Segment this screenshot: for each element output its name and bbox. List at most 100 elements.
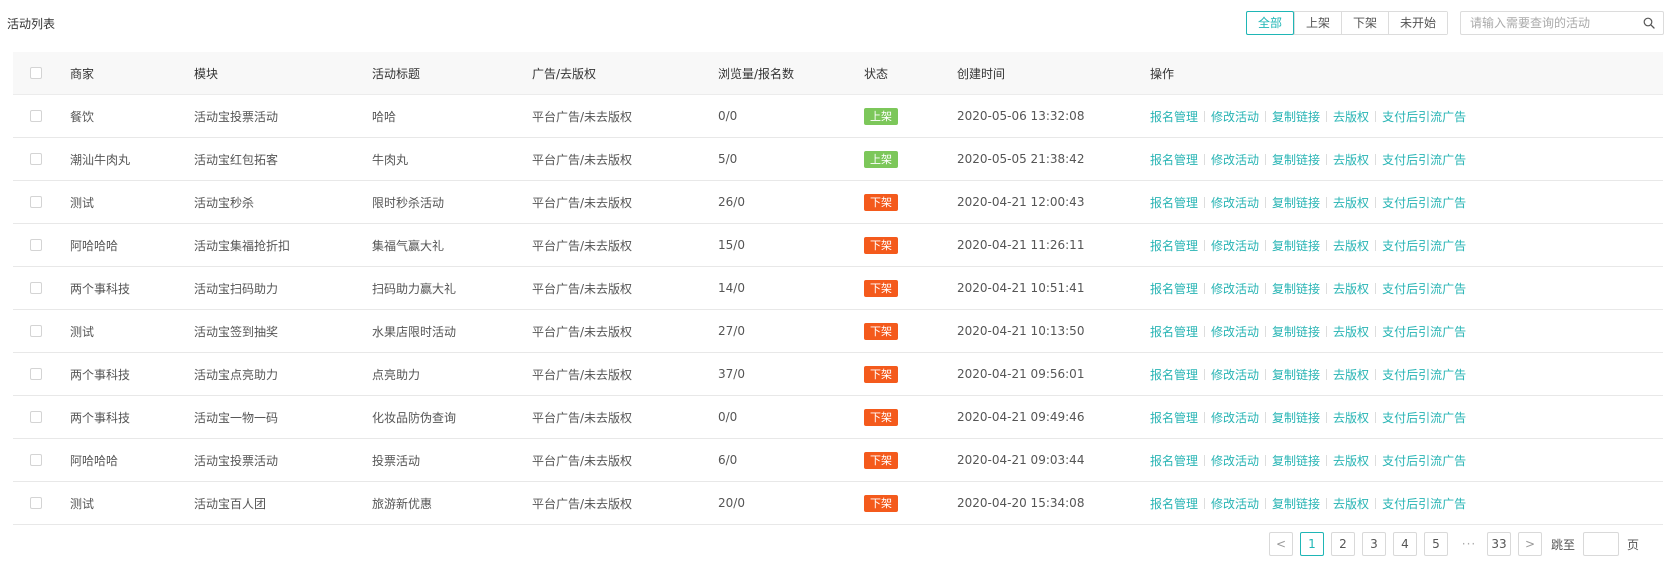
action-divider: [1375, 153, 1377, 165]
edit-activity-link[interactable]: 修改活动: [1211, 409, 1259, 426]
signup-manage-link[interactable]: 报名管理: [1150, 108, 1198, 125]
cell-created: 2020-04-21 10:51:41: [957, 281, 1085, 295]
post-payment-ad-link[interactable]: 支付后引流广告: [1382, 323, 1466, 340]
cell-ad: 平台广告/未去版权: [532, 238, 633, 253]
post-payment-ad-link[interactable]: 支付后引流广告: [1382, 452, 1466, 469]
post-payment-ad-link[interactable]: 支付后引流广告: [1382, 151, 1466, 168]
column-header-title: 活动标题: [372, 66, 421, 81]
activity-table: 商家 模块 活动标题 广告/去版权 浏览量/报名数 状态 创建时间 操作 餐饮活…: [13, 52, 1663, 525]
remove-copyright-link[interactable]: 去版权: [1333, 409, 1369, 426]
edit-activity-link[interactable]: 修改活动: [1211, 151, 1259, 168]
signup-manage-link[interactable]: 报名管理: [1150, 323, 1198, 340]
cell-created: 2020-04-21 09:49:46: [957, 410, 1085, 424]
cell-merchant: 潮汕牛肉丸: [70, 152, 131, 167]
search-input[interactable]: [1461, 12, 1637, 34]
post-payment-ad-link[interactable]: 支付后引流广告: [1382, 237, 1466, 254]
copy-link-link[interactable]: 复制链接: [1272, 495, 1320, 512]
copy-link-link[interactable]: 复制链接: [1272, 194, 1320, 211]
search-icon[interactable]: [1643, 17, 1655, 29]
post-payment-ad-link[interactable]: 支付后引流广告: [1382, 409, 1466, 426]
row-actions: 报名管理 修改活动 复制链接 去版权 支付后引流广告: [1150, 267, 1466, 309]
remove-copyright-link[interactable]: 去版权: [1333, 194, 1369, 211]
signup-manage-link[interactable]: 报名管理: [1150, 280, 1198, 297]
remove-copyright-link[interactable]: 去版权: [1333, 366, 1369, 383]
copy-link-link[interactable]: 复制链接: [1272, 409, 1320, 426]
edit-activity-link[interactable]: 修改活动: [1211, 452, 1259, 469]
filter-online-button[interactable]: 上架: [1294, 12, 1342, 34]
copy-link-link[interactable]: 复制链接: [1272, 237, 1320, 254]
page-button-2[interactable]: 2: [1331, 532, 1355, 556]
remove-copyright-link[interactable]: 去版权: [1333, 108, 1369, 125]
edit-activity-link[interactable]: 修改活动: [1211, 323, 1259, 340]
signup-manage-link[interactable]: 报名管理: [1150, 409, 1198, 426]
copy-link-link[interactable]: 复制链接: [1272, 108, 1320, 125]
row-checkbox[interactable]: [30, 497, 42, 509]
cell-title: 投票活动: [372, 453, 421, 468]
cell-module: 活动宝扫码助力: [194, 281, 279, 296]
signup-manage-link[interactable]: 报名管理: [1150, 495, 1198, 512]
prev-page-button[interactable]: <: [1269, 532, 1293, 556]
copy-link-link[interactable]: 复制链接: [1272, 452, 1320, 469]
copy-link-link[interactable]: 复制链接: [1272, 151, 1320, 168]
jump-page-input[interactable]: [1583, 532, 1620, 556]
row-checkbox[interactable]: [30, 239, 42, 251]
action-divider: [1326, 196, 1328, 208]
remove-copyright-link[interactable]: 去版权: [1333, 151, 1369, 168]
remove-copyright-link[interactable]: 去版权: [1333, 323, 1369, 340]
page-button-last[interactable]: 33: [1487, 532, 1511, 556]
action-divider: [1265, 325, 1267, 337]
post-payment-ad-link[interactable]: 支付后引流广告: [1382, 495, 1466, 512]
action-divider: [1265, 110, 1267, 122]
edit-activity-link[interactable]: 修改活动: [1211, 194, 1259, 211]
page-button-5[interactable]: 5: [1424, 532, 1448, 556]
page-button-1[interactable]: 1: [1300, 532, 1324, 556]
signup-manage-link[interactable]: 报名管理: [1150, 237, 1198, 254]
row-checkbox[interactable]: [30, 454, 42, 466]
remove-copyright-link[interactable]: 去版权: [1333, 280, 1369, 297]
copy-link-link[interactable]: 复制链接: [1272, 323, 1320, 340]
next-page-button[interactable]: >: [1518, 532, 1542, 556]
status-badge: 下架: [864, 408, 898, 426]
column-header-module: 模块: [194, 66, 219, 81]
copy-link-link[interactable]: 复制链接: [1272, 280, 1320, 297]
post-payment-ad-link[interactable]: 支付后引流广告: [1382, 108, 1466, 125]
edit-activity-link[interactable]: 修改活动: [1211, 495, 1259, 512]
row-checkbox[interactable]: [30, 411, 42, 423]
remove-copyright-link[interactable]: 去版权: [1333, 237, 1369, 254]
post-payment-ad-link[interactable]: 支付后引流广告: [1382, 280, 1466, 297]
signup-manage-link[interactable]: 报名管理: [1150, 366, 1198, 383]
row-checkbox[interactable]: [30, 153, 42, 165]
row-checkbox[interactable]: [30, 368, 42, 380]
pagination-ellipsis[interactable]: ···: [1455, 532, 1483, 556]
signup-manage-link[interactable]: 报名管理: [1150, 194, 1198, 211]
remove-copyright-link[interactable]: 去版权: [1333, 452, 1369, 469]
signup-manage-link[interactable]: 报名管理: [1150, 452, 1198, 469]
edit-activity-link[interactable]: 修改活动: [1211, 280, 1259, 297]
row-checkbox[interactable]: [30, 110, 42, 122]
post-payment-ad-link[interactable]: 支付后引流广告: [1382, 194, 1466, 211]
remove-copyright-link[interactable]: 去版权: [1333, 495, 1369, 512]
edit-activity-link[interactable]: 修改活动: [1211, 108, 1259, 125]
signup-manage-link[interactable]: 报名管理: [1150, 151, 1198, 168]
filter-not-started-button[interactable]: 未开始: [1388, 12, 1448, 34]
post-payment-ad-link[interactable]: 支付后引流广告: [1382, 366, 1466, 383]
cell-created: 2020-04-20 15:34:08: [957, 496, 1085, 510]
row-checkbox[interactable]: [30, 282, 42, 294]
cell-title: 集福气赢大礼: [372, 238, 445, 253]
action-divider: [1375, 411, 1377, 423]
edit-activity-link[interactable]: 修改活动: [1211, 237, 1259, 254]
page-button-4[interactable]: 4: [1393, 532, 1417, 556]
edit-activity-link[interactable]: 修改活动: [1211, 366, 1259, 383]
table-row: 测试 活动宝百人团 旅游新优惠 平台广告/未去版权 20/0 下架 2020-04-20 1…: [13, 482, 1663, 525]
select-all-checkbox[interactable]: [30, 67, 42, 79]
row-checkbox[interactable]: [30, 196, 42, 208]
page-button-3[interactable]: 3: [1362, 532, 1386, 556]
action-divider: [1375, 110, 1377, 122]
cell-module: 活动宝红包拓客: [194, 152, 279, 167]
filter-offline-button[interactable]: 下架: [1341, 12, 1389, 34]
row-checkbox[interactable]: [30, 325, 42, 337]
action-divider: [1204, 196, 1206, 208]
filter-all-button[interactable]: 全部: [1246, 11, 1295, 35]
column-header-merchant: 商家: [70, 66, 95, 81]
copy-link-link[interactable]: 复制链接: [1272, 366, 1320, 383]
